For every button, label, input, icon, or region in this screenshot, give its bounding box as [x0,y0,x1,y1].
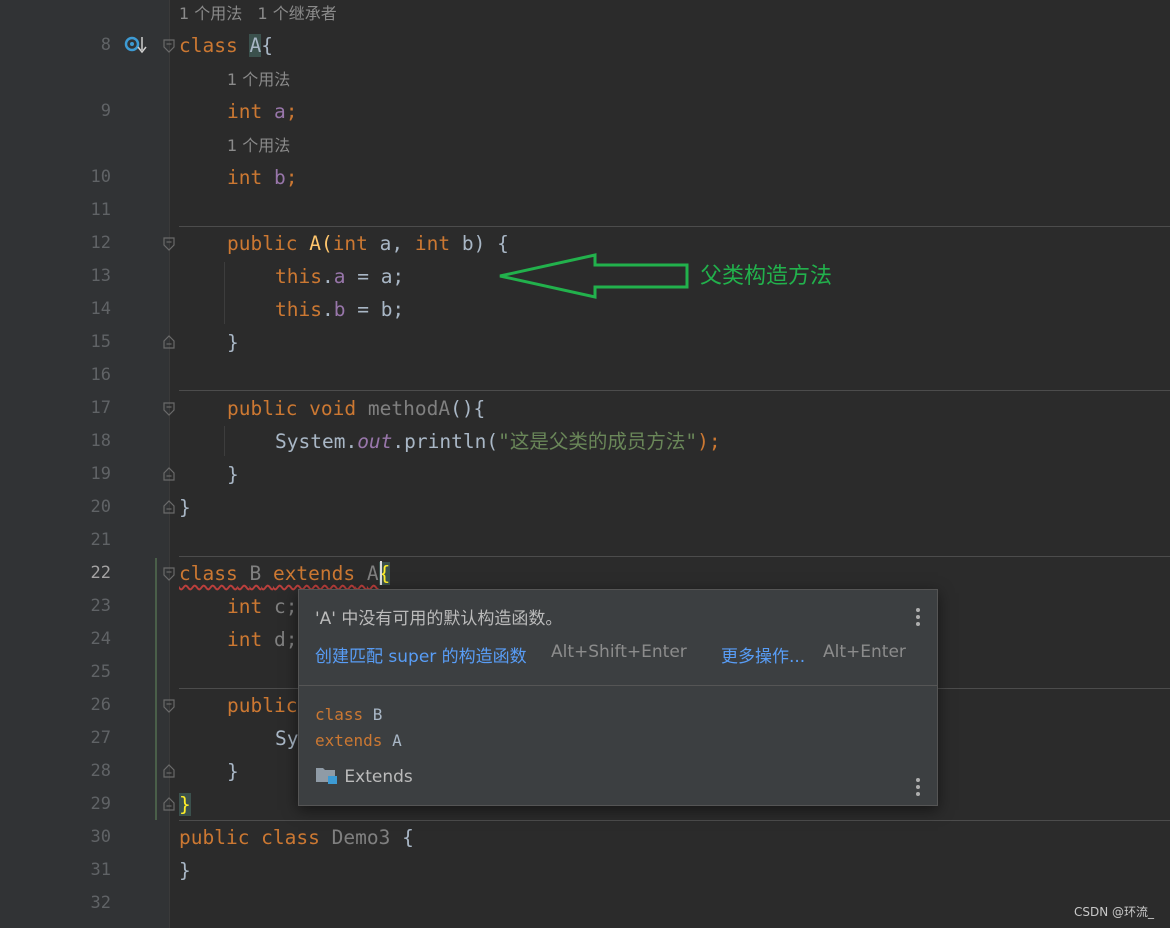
line-number: 32 [90,893,111,913]
text-cursor [380,561,382,585]
doc-signature-line: class B [315,705,383,724]
indent-guide [224,262,225,324]
line-number: 9 [100,101,111,121]
fold-close-icon[interactable] [162,797,176,811]
usage-hint[interactable]: 1 个用法 1 个继承者 [179,0,337,30]
code-line[interactable]: public class Demo3 { [179,821,414,854]
create-constructor-action[interactable]: 创建匹配 super 的构造函数 [315,642,527,667]
line-number: 17 [90,398,111,418]
fold-open-icon[interactable] [162,39,176,53]
code-line[interactable]: class A{ [179,29,273,62]
folder-icon [316,768,337,784]
fold-close-icon[interactable] [162,764,176,778]
line-number: 18 [90,431,111,451]
code-line[interactable]: Sy [275,722,298,755]
code-line[interactable]: public [227,689,297,722]
line-number: 10 [90,167,111,187]
more-options-icon[interactable] [916,608,920,629]
line-number: 25 [90,662,111,682]
line-number: 30 [90,827,111,847]
indent-guide [224,426,225,456]
left-tool-strip [0,0,79,928]
error-quickfix-popup: 'A' 中没有可用的默认构造函数。 创建匹配 super 的构造函数 Alt+S… [298,589,938,806]
more-actions-link[interactable]: 更多操作... [721,642,805,667]
line-number: 21 [90,530,111,550]
code-line[interactable]: int a; [227,95,297,128]
annotation-arrow-icon [499,253,689,299]
gutter-divider [169,0,170,928]
shortcut-label: Alt+Enter [823,642,906,662]
usage-hint[interactable]: 1 个用法 [227,63,290,96]
code-line[interactable]: } [227,326,239,359]
code-line[interactable]: int d; [227,623,297,656]
line-number: 14 [90,299,111,319]
error-message: 'A' 中没有可用的默认构造函数。 [315,609,563,629]
change-marker-bar [155,558,157,820]
fold-close-icon[interactable] [162,335,176,349]
method-separator [179,390,1170,391]
line-number: 8 [100,35,111,55]
code-line[interactable]: int b; [227,161,297,194]
shortcut-label: Alt+Shift+Enter [551,642,687,662]
line-number: 16 [90,365,111,385]
line-number: 13 [90,266,111,286]
line-number: 19 [90,464,111,484]
code-line[interactable]: } [179,788,191,821]
line-number: 26 [90,695,111,715]
line-number: 12 [90,233,111,253]
fold-open-icon[interactable] [162,402,176,416]
code-line-current[interactable]: class B extends A{ [179,557,391,590]
line-number: 24 [90,629,111,649]
doc-signature-line: extends A [315,731,402,750]
line-number-current: 22 [90,563,111,583]
code-line[interactable]: this.a = a; [275,260,404,293]
watermark: CSDN @环流_ [1073,905,1154,919]
popup-divider [299,685,937,686]
line-number: 23 [90,596,111,616]
code-line[interactable]: this.b = b; [275,293,404,326]
usage-hint[interactable]: 1 个用法 [227,129,290,162]
code-line[interactable]: int c; [227,590,297,623]
fold-close-icon[interactable] [162,467,176,481]
fold-open-icon[interactable] [162,567,176,581]
code-line[interactable]: public A(int a, int b) { [227,227,509,260]
annotation-label: 父类构造方法 [700,264,833,289]
extends-location[interactable]: Extends [315,765,413,787]
code-line[interactable]: } [227,458,239,491]
code-line[interactable]: public void methodA(){ [227,392,485,425]
line-number: 28 [90,761,111,781]
code-line[interactable]: System.out.println("这是父类的成员方法"); [275,425,721,458]
line-number: 31 [90,860,111,880]
line-number: 15 [90,332,111,352]
inheritor-gutter-icon[interactable] [124,36,148,56]
line-number: 27 [90,728,111,748]
line-number: 11 [90,200,111,220]
code-line[interactable]: } [227,755,239,788]
line-number: 20 [90,497,111,517]
fold-open-icon[interactable] [162,237,176,251]
fold-open-icon[interactable] [162,699,176,713]
code-line[interactable]: } [179,854,191,887]
fold-close-icon[interactable] [162,500,176,514]
more-options-icon[interactable] [916,778,920,799]
line-number: 29 [90,794,111,814]
code-line[interactable]: } [179,491,191,524]
